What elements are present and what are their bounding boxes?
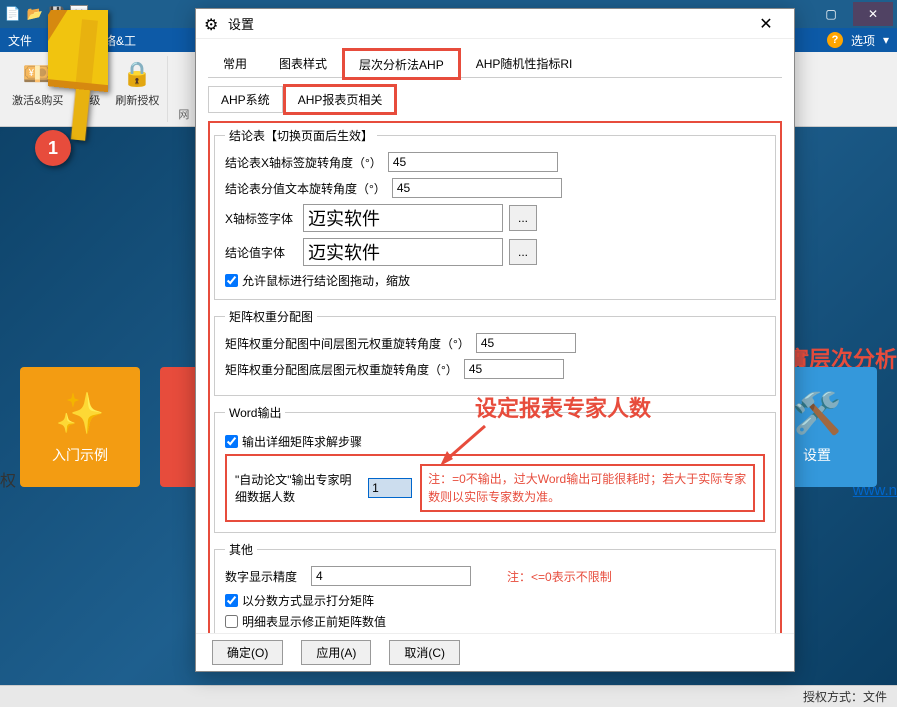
legend: 矩阵权重分配图 xyxy=(225,308,317,325)
checkbox-show-original-label: 明细表显示修正前矩阵数值 xyxy=(242,613,386,630)
fieldset-matrix-weight: 矩阵权重分配图 矩阵权重分配图中间层图元权重旋转角度（°） 矩阵权重分配图底层图… xyxy=(214,308,776,396)
main-tabs: 常用 图表样式 层次分析法AHP AHP随机性指标RI xyxy=(208,49,782,78)
annotation-step-1: 1 xyxy=(35,130,71,166)
checkbox-allow-drag-label: 允许鼠标进行结论图拖动，缩放 xyxy=(242,272,410,289)
tile-examples[interactable]: ✨ 入门示例 xyxy=(20,367,140,487)
input-precision[interactable] xyxy=(311,566,471,586)
status-text: 授权方式：文件 xyxy=(803,688,887,705)
subtab-ahp-system[interactable]: AHP系统 xyxy=(208,86,283,113)
note-expert-count: 注：=0不输出，过大Word输出可能很耗时；若大于实际专家数则以实际专家数为准。 xyxy=(420,464,755,512)
expert-count-row: "自动论文"输出专家明细数据人数 注：=0不输出，过大Word输出可能很耗时；若… xyxy=(225,454,765,522)
apply-button[interactable]: 应用(A) xyxy=(301,640,371,665)
browse-value-font-button[interactable]: ... xyxy=(509,239,537,265)
legend: 其他 xyxy=(225,541,257,558)
checkbox-show-original[interactable] xyxy=(225,615,238,628)
dialog-title: 设置 xyxy=(228,14,254,33)
auth-label: 权 xyxy=(0,467,16,491)
label-x-font: X轴标签字体 xyxy=(225,210,297,227)
maximize-button[interactable]: ▢ xyxy=(811,2,851,26)
tab-ahp-ri[interactable]: AHP随机性指标RI xyxy=(461,49,588,77)
new-file-icon[interactable]: 📄 xyxy=(4,5,22,23)
statusbar: 授权方式：文件 xyxy=(0,685,897,707)
lock-icon: 🔒 xyxy=(121,58,153,90)
label-x-rotation: 结论表X轴标签旋转角度（°） xyxy=(225,154,382,171)
dialog-titlebar: ⚙ 设置 ✕ xyxy=(196,9,794,39)
input-value-rotation[interactable] xyxy=(392,178,562,198)
wand-icon: ✨ xyxy=(55,390,105,437)
dialog-close-button[interactable]: ✕ xyxy=(746,14,786,34)
legend: 结论表【切换页面后生效】 xyxy=(225,127,377,144)
input-value-font[interactable] xyxy=(303,238,503,266)
checkbox-output-detail[interactable] xyxy=(225,435,238,448)
label-value-font: 结论值字体 xyxy=(225,244,297,261)
input-expert-count[interactable] xyxy=(368,478,412,498)
settings-content: 结论表【切换页面后生效】 结论表X轴标签旋转角度（°） 结论表分值文本旋转角度（… xyxy=(208,121,782,633)
input-x-font[interactable] xyxy=(303,204,503,232)
checkbox-fraction-label: 以分数方式显示打分矩阵 xyxy=(242,592,374,609)
annotation-title: 设定报表专家人数 xyxy=(475,391,651,423)
checkbox-allow-drag[interactable] xyxy=(225,274,238,287)
menu-options[interactable]: 选项 xyxy=(851,32,875,49)
label-expert-count: "自动论文"输出专家明细数据人数 xyxy=(235,471,360,505)
cancel-button[interactable]: 取消(C) xyxy=(389,640,460,665)
ok-button[interactable]: 确定(O) xyxy=(212,640,283,665)
close-button[interactable]: ✕ xyxy=(853,2,893,26)
legend: Word输出 xyxy=(225,404,285,421)
label-value-rotation: 结论表分值文本旋转角度（°） xyxy=(225,180,386,197)
menu-file[interactable]: 文件 xyxy=(8,32,32,49)
note-precision: 注：<=0表示不限制 xyxy=(507,568,612,585)
subtab-ahp-report[interactable]: AHP报表页相关 xyxy=(285,86,396,113)
checkbox-fraction-display[interactable] xyxy=(225,594,238,607)
fieldset-other: 其他 数字显示精度 注：<=0表示不限制 以分数方式显示打分矩阵 明细表显示修正… xyxy=(214,541,776,633)
tab-ahp[interactable]: 层次分析法AHP xyxy=(344,50,459,78)
label-bottom-rotation: 矩阵权重分配图底层图元权重旋转角度（°） xyxy=(225,361,458,378)
dropdown-icon[interactable]: ▾ xyxy=(883,33,889,47)
fieldset-conclusion-table: 结论表【切换页面后生效】 结论表X轴标签旋转角度（°） 结论表分值文本旋转角度（… xyxy=(214,127,776,300)
input-bottom-rotation[interactable] xyxy=(464,359,564,379)
settings-icon: ⚙ xyxy=(204,15,222,33)
annotation-arrow-2 xyxy=(435,421,495,471)
tools-icon: 🛠️ xyxy=(792,390,842,437)
refresh-auth-button[interactable]: 🔒 刷新授权 xyxy=(113,56,161,110)
settings-dialog: ⚙ 设置 ✕ 常用 图表样式 层次分析法AHP AHP随机性指标RI AHP系统… xyxy=(195,8,795,672)
input-x-rotation[interactable] xyxy=(388,152,558,172)
label-precision: 数字显示精度 xyxy=(225,568,305,585)
ribbon-group-label: 网 xyxy=(178,106,189,122)
label-mid-rotation: 矩阵权重分配图中间层图元权重旋转角度（°） xyxy=(225,335,470,352)
website-link[interactable]: www.n xyxy=(853,482,897,499)
fieldset-word-output: Word输出 设定报表专家人数 输出详细矩阵求解步骤 "自动论文"输出专家明细数… xyxy=(214,404,776,533)
dialog-buttons: 确定(O) 应用(A) 取消(C) xyxy=(196,633,794,671)
tab-common[interactable]: 常用 xyxy=(208,49,262,77)
help-icon[interactable]: ? xyxy=(827,32,843,48)
tab-chart-style[interactable]: 图表样式 xyxy=(264,49,342,77)
checkbox-output-detail-label: 输出详细矩阵求解步骤 xyxy=(242,433,362,450)
input-mid-rotation[interactable] xyxy=(476,333,576,353)
sub-tabs: AHP系统 AHP报表页相关 xyxy=(208,86,782,113)
open-folder-icon[interactable]: 📂 xyxy=(26,5,44,23)
browse-x-font-button[interactable]: ... xyxy=(509,205,537,231)
